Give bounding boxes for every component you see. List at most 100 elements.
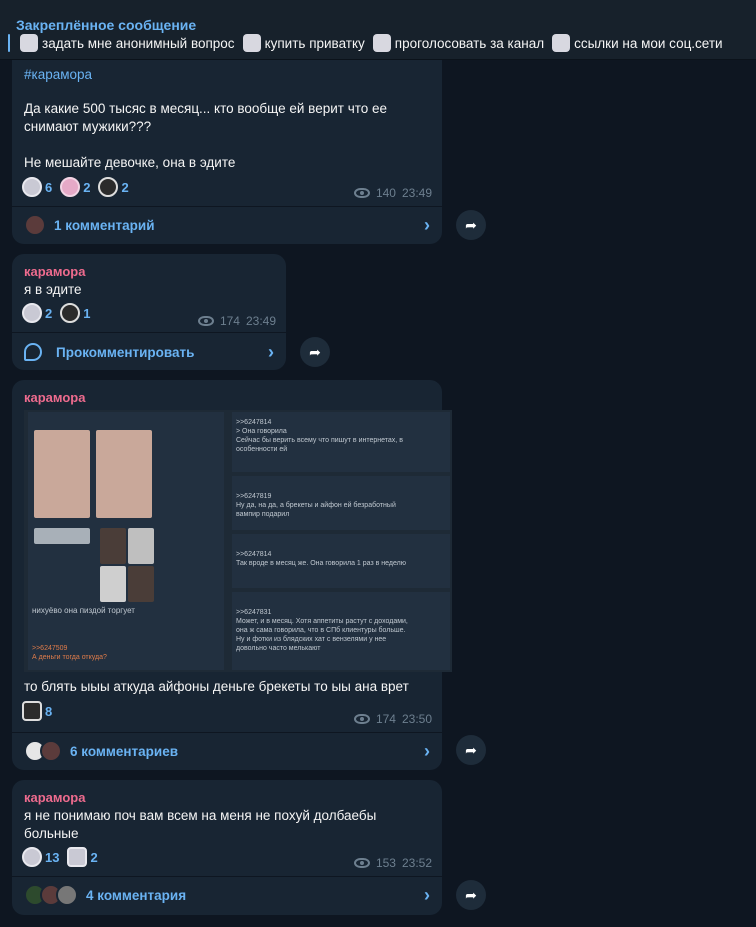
pinned-content: задать мне анонимный вопрос купить прива…: [16, 34, 723, 52]
image-reply-block: >>6247819 Ну да, на да, а брекеты и айфо…: [232, 476, 450, 530]
views-icon: [197, 316, 214, 326]
post-meta: 153 23:52: [353, 856, 432, 870]
image-reply-block: >>6247814 Так вроде в месяц же. Она гово…: [232, 534, 450, 588]
bunny-reaction-icon: [67, 847, 88, 867]
views-icon: [353, 858, 370, 868]
reaction-chip[interactable]: 1: [60, 302, 90, 324]
avatar: [40, 740, 62, 762]
image-photo: [100, 566, 126, 602]
post-text: то блять ыыы аткуда айфоны деньге брекет…: [24, 679, 409, 694]
pinned-item: задать мне анонимный вопрос: [42, 35, 235, 51]
comments-label: 4 комментария: [86, 887, 187, 903]
pinned-title: Закреплённое сообщение: [16, 17, 197, 33]
reaction-chip[interactable]: 2: [22, 302, 52, 324]
reactions: 13 2: [22, 846, 98, 868]
reactions: 2 1: [22, 302, 90, 324]
bunny-reaction-icon: [22, 303, 42, 323]
post-author[interactable]: карамора: [24, 264, 85, 279]
message-post: #карамора Да какие 500 тысяс в месяц... …: [12, 60, 442, 244]
views-count: 153: [375, 856, 396, 870]
image-photo: [34, 430, 90, 518]
image-left-column: нихуёво она пиздой торгует >>6247509 А д…: [28, 412, 224, 670]
views-count: 140: [375, 186, 396, 200]
message-post: карамора я в эдите 2 1 174 23:49 Прокомм…: [12, 254, 286, 370]
pinned-item: купить приватку: [264, 35, 365, 51]
views-icon: [353, 714, 370, 724]
reaction-chip[interactable]: 13: [22, 846, 59, 868]
reaction-chip[interactable]: 2: [60, 176, 90, 198]
comments-label: 1 комментарий: [54, 217, 155, 233]
chevron-right-icon: ›: [424, 214, 430, 235]
post-author[interactable]: карамора: [24, 390, 85, 405]
post-time: 23:50: [401, 712, 432, 726]
chevron-right-icon: ›: [424, 740, 430, 761]
post-text: Да какие 500 тысяс в месяц... кто вообще…: [24, 101, 388, 170]
post-hashtag[interactable]: #карамора: [24, 66, 92, 84]
avatar: [56, 884, 78, 906]
image-photo: [34, 528, 90, 544]
divider: [12, 332, 286, 333]
post-meta: 140 23:49: [353, 186, 432, 200]
comments-button[interactable]: 6 комментариев ›: [12, 733, 442, 769]
share-button[interactable]: ➦: [456, 210, 486, 240]
avatar: [24, 214, 46, 236]
reactions: 8: [22, 700, 52, 722]
image-reply-text: >>6247814 > Она говорила Сейчас бы верит…: [236, 419, 403, 453]
comments-button[interactable]: 4 комментария ›: [12, 877, 442, 913]
cupcake-emoji-icon: [242, 34, 261, 52]
image-photo: [96, 430, 152, 518]
views-icon: [353, 188, 370, 198]
bunny-emoji-icon: [552, 34, 571, 52]
bunny-emoji-icon: [372, 34, 391, 52]
post-meta: 174 23:50: [353, 712, 432, 726]
post-meta: 174 23:49: [197, 314, 276, 328]
image-photo: [128, 528, 154, 564]
cat-reaction-icon: [98, 177, 119, 197]
comments-label: Прокомментировать: [56, 344, 195, 360]
comments-label: 6 комментариев: [70, 743, 179, 759]
comment-icon: [24, 343, 42, 361]
comment-button[interactable]: Прокомментировать ›: [12, 334, 286, 370]
image-reply: >>6247509 А деньги тогда откуда?: [32, 645, 107, 661]
share-button[interactable]: ➦: [456, 880, 486, 910]
pink-bunny-reaction-icon: [60, 177, 81, 197]
post-time: 23:49: [245, 314, 276, 328]
post-time: 23:49: [401, 186, 432, 200]
image-reply-text: >>6247819 Ну да, на да, а брекеты и айфо…: [236, 493, 396, 518]
image-reply-block: >>6247831 Может, и в месяц. Хотя аппетит…: [232, 592, 450, 670]
reaction-chip[interactable]: 8: [22, 700, 52, 722]
views-count: 174: [219, 314, 240, 328]
bunny-emoji-icon: [20, 34, 38, 52]
comments-button[interactable]: 1 комментарий ›: [12, 207, 442, 243]
share-button[interactable]: ➦: [300, 337, 330, 367]
chevron-right-icon: ›: [424, 884, 430, 905]
reaction-chip[interactable]: 2: [67, 846, 98, 868]
pinned-item: проголосовать за канал: [394, 35, 545, 51]
post-author[interactable]: карамора: [24, 790, 85, 805]
image-reply-text: >>6247814 Так вроде в месяц же. Она гово…: [236, 551, 406, 567]
bunny-reaction-icon: [22, 847, 42, 867]
image-reply-text: >>6247831 Может, и в месяц. Хотя аппетит…: [236, 609, 408, 652]
post-time: 23:52: [401, 856, 432, 870]
reaction-chip[interactable]: 2: [98, 176, 129, 198]
image-reply-block: >>6247814 > Она говорила Сейчас бы верит…: [232, 412, 450, 472]
post-text: я в эдите: [24, 282, 82, 297]
pinned-indicator: [8, 34, 10, 52]
reaction-chip[interactable]: 6: [22, 176, 52, 198]
share-button[interactable]: ➦: [456, 735, 486, 765]
message-post: карамора я не понимаю поч вам всем на ме…: [12, 780, 442, 915]
message-post: карамора нихуёво она пиздой торгует >>62…: [12, 380, 452, 770]
views-count: 174: [375, 712, 396, 726]
image-caption: нихуёво она пиздой торгует: [32, 606, 135, 615]
bunny-reaction-icon: [22, 177, 42, 197]
cat-reaction-icon: [60, 303, 81, 323]
image-photo: [100, 528, 126, 564]
post-image[interactable]: нихуёво она пиздой торгует >>6247509 А д…: [24, 410, 452, 672]
pinned-item: ссылки на мои соц.сети: [574, 35, 723, 51]
chevron-right-icon: ›: [268, 341, 274, 362]
post-text: я не понимаю поч вам всем на меня не пох…: [24, 808, 377, 841]
image-photo: [128, 566, 154, 602]
reactions: 6 2 2: [22, 176, 129, 198]
sticker-reaction-icon: [22, 701, 42, 721]
pinned-message-bar[interactable]: Закреплённое сообщение задать мне аноним…: [0, 0, 756, 60]
